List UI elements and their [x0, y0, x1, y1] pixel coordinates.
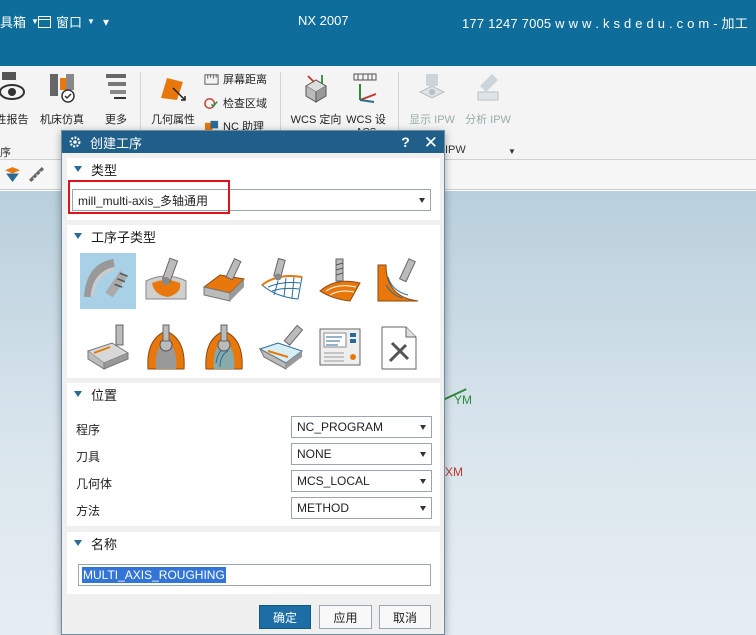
fixed-contour-icon [319, 258, 361, 302]
wcs-set-icon [353, 73, 377, 103]
variable-contour-icon [145, 257, 187, 300]
subtype-port-finishing[interactable] [196, 319, 252, 375]
subtype-zlevel-5axis[interactable] [370, 253, 426, 309]
zlevel-5axis-icon [377, 258, 419, 302]
location-section-header[interactable]: 位置 [67, 383, 440, 405]
geometry-props-button[interactable]: 几何属性 [148, 72, 198, 127]
subtype-variable-streamline[interactable] [196, 253, 252, 309]
name-section: 名称 MULTI_AXIS_ROUGHING [67, 532, 440, 594]
wcs-orient-button[interactable]: WCS 定向 [288, 72, 344, 127]
ribbon-group-label: 序 [0, 147, 11, 159]
caret-down-icon: ▼ [87, 17, 95, 26]
report-button[interactable]: 性报告 [0, 72, 34, 127]
subtype-contour-profile-3d[interactable] [254, 253, 310, 309]
window-icon [38, 15, 51, 28]
type-section-header[interactable]: 类型 [67, 158, 440, 180]
machine-control-icon [319, 328, 361, 366]
highlight-annotation [68, 180, 230, 214]
subtype-deburring[interactable] [254, 319, 310, 375]
axis-label-ym: YM [454, 393, 472, 407]
name-section-header[interactable]: 名称 [67, 532, 440, 554]
ruler-icon [204, 73, 219, 85]
collapse-triangle-icon [74, 166, 82, 172]
cancel-button[interactable]: 取消 [379, 605, 431, 629]
geometry-props-icon [161, 78, 186, 101]
app-title: NX 2007 [298, 13, 349, 28]
subtype-section-header[interactable]: 工序子类型 [67, 225, 440, 247]
subtype-machine-control[interactable] [312, 319, 368, 375]
subtype-multi-axis-roughing[interactable] [80, 253, 136, 309]
contour-grid-icon [261, 257, 303, 300]
location-section: 位置 程序 NC_PROGRAM 刀具 NONE 几何体 MCS_LOCAL 方… [67, 383, 440, 526]
deburring-icon [258, 324, 304, 370]
machine-sim-icon [50, 74, 75, 103]
check-region-button[interactable]: 检查区域 [204, 95, 267, 111]
measure-icon[interactable] [28, 166, 45, 183]
geometry-label: 几何体 [76, 477, 113, 491]
collapse-triangle-icon [74, 540, 82, 546]
variable-streamline-icon [202, 258, 246, 302]
dialog-title: 创建工序 [90, 135, 143, 151]
wcs-orient-icon [305, 75, 327, 103]
eye-icon [0, 72, 25, 100]
collapse-triangle-icon [74, 391, 82, 397]
check-region-icon [204, 97, 218, 109]
analyze-ipw-icon [477, 74, 499, 101]
operation-subtype-grid [80, 253, 428, 375]
screen-distance-button[interactable]: 屏幕距离 [204, 71, 267, 87]
title-bar: 具箱 ▼ 窗口 ▼ ▾ NX 2007 177 1247 7005 w w w . … [0, 0, 756, 66]
user-defined-icon [381, 326, 417, 370]
operation-name-input[interactable]: MULTI_AXIS_ROUGHING [78, 564, 431, 586]
show-ipw-icon [418, 74, 446, 99]
subtype-generic-motion[interactable] [80, 319, 136, 375]
subtype-user-defined[interactable] [370, 319, 426, 375]
subtype-variable-contour-1[interactable] [138, 253, 194, 309]
filter-icon[interactable] [4, 166, 21, 183]
subtype-port-milling[interactable] [138, 319, 194, 375]
subtype-fixed-contour[interactable] [312, 253, 368, 309]
apply-button[interactable]: 应用 [319, 605, 372, 629]
program-label: 程序 [76, 423, 101, 437]
machine-sim-button[interactable]: 机床仿真 [38, 72, 86, 127]
dropdown-arrow-icon [420, 425, 426, 430]
axis-label-xm: XM [445, 465, 463, 479]
method-dropdown[interactable]: METHOD [291, 497, 432, 519]
generic-motion-icon [86, 324, 130, 370]
close-icon[interactable]: ✕ [424, 134, 438, 151]
dropdown-arrow-icon [419, 198, 425, 203]
group-expand-icon[interactable]: ▼ [508, 147, 516, 156]
ribbon-group-label: IPW [445, 144, 466, 156]
port-finishing-icon [205, 324, 243, 370]
analyze-ipw-button[interactable]: 分析 IPW [462, 72, 514, 127]
gear-icon [69, 136, 81, 148]
quick-access-dropdown[interactable]: ▾ [103, 15, 109, 29]
dropdown-arrow-icon [420, 452, 426, 457]
geometry-dropdown[interactable]: MCS_LOCAL [291, 470, 432, 492]
ok-button[interactable]: 确定 [259, 605, 311, 629]
menu-tools[interactable]: 具箱 ▼ [0, 12, 39, 31]
method-label: 方法 [76, 504, 101, 518]
dropdown-arrow-icon [420, 506, 426, 511]
multi-axis-roughing-icon [84, 259, 128, 298]
dropdown-arrow-icon [420, 479, 426, 484]
collapse-triangle-icon [74, 233, 82, 239]
show-ipw-button[interactable]: 显示 IPW [406, 72, 458, 127]
more-icon [106, 74, 126, 99]
more-button[interactable]: 更多 [96, 72, 136, 127]
help-icon[interactable]: ? [401, 134, 410, 150]
dialog-title-bar[interactable]: 创建工序 ? ✕ [62, 131, 444, 153]
contact-info: 177 1247 7005 w w w . k s d e d u . c o … [462, 16, 748, 31]
program-dropdown[interactable]: NC_PROGRAM [291, 416, 432, 438]
port-milling-icon [147, 324, 185, 370]
menu-window[interactable]: 窗口 ▼ ▾ [38, 12, 109, 31]
wcs-set-button[interactable]: WCS 设 ACS [344, 72, 388, 138]
tool-label: 刀具 [76, 450, 101, 464]
subtype-section: 工序子类型 [67, 225, 440, 378]
tool-dropdown[interactable]: NONE [291, 443, 432, 465]
